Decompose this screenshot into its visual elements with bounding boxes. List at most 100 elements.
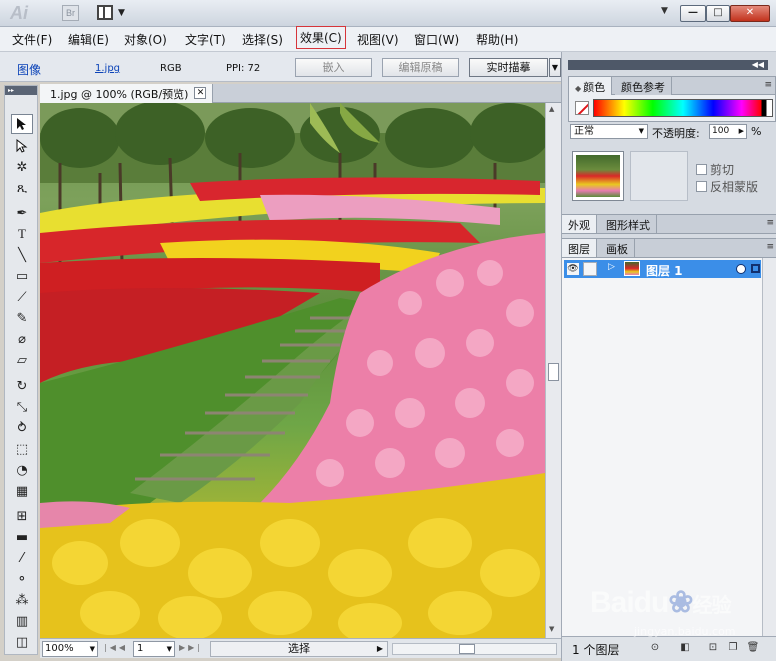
linked-file-link[interactable]: 1.jpg (95, 63, 120, 74)
column-graph-tool-icon[interactable]: ▥ (11, 611, 33, 631)
lasso-tool-icon[interactable]: ጺ (11, 178, 33, 198)
layer-row[interactable]: 👁 ▷ 图层 1 (564, 260, 761, 278)
type-tool-icon[interactable]: T (11, 224, 33, 244)
clip-checkbox[interactable] (696, 164, 707, 175)
menu-type[interactable]: 文字(T) (185, 31, 226, 48)
maximize-button[interactable]: □ (706, 5, 730, 22)
tools-panel-collapse-icon[interactable]: ▸▸ (5, 86, 37, 95)
paintbrush-tool-icon[interactable]: ⟋ (11, 287, 33, 307)
menu-view[interactable]: 视图(V) (357, 31, 399, 48)
document-tab[interactable]: 1.jpg @ 100% (RGB/预览) ✕ (40, 84, 214, 103)
expand-triangle-icon[interactable]: ▷ (608, 262, 615, 272)
tab-appearance[interactable]: 外观 (562, 215, 597, 233)
invert-mask-checkbox[interactable] (696, 181, 707, 192)
symbol-sprayer-tool-icon[interactable]: ⁂ (11, 590, 33, 610)
bridge-button[interactable]: Br (62, 5, 79, 21)
shape-builder-tool-icon[interactable]: ◔ (11, 460, 33, 480)
panel-menu-icon[interactable]: ≡ (764, 80, 772, 90)
new-layer-icon[interactable]: ❐ (726, 642, 740, 655)
arrange-documents-button[interactable]: ▼ (97, 5, 129, 21)
perspective-grid-tool-icon[interactable]: ▦ (11, 481, 33, 501)
gradient-tool-icon[interactable]: ▬ (11, 527, 33, 547)
panel-menu-icon[interactable]: ≡ (766, 218, 774, 228)
make-clipping-mask-icon[interactable]: ◧ (678, 642, 692, 655)
panel-menu-icon[interactable]: ≡ (766, 242, 774, 252)
tracing-presets-dropdown[interactable]: ▼ (549, 58, 561, 77)
edit-original-button[interactable]: 编辑原稿 (382, 58, 459, 77)
blob-brush-tool-icon[interactable]: ⌀ (11, 329, 33, 349)
artboard-prev-icons[interactable]: |◀◀ (104, 643, 128, 652)
lock-toggle[interactable] (583, 262, 597, 276)
scroll-up-icon[interactable]: ▲ (549, 105, 554, 113)
eye-icon[interactable]: 👁 (567, 263, 579, 275)
new-sublayer-icon[interactable]: ⊡ (706, 642, 720, 655)
embed-button[interactable]: 嵌入 (295, 58, 372, 77)
locate-object-icon[interactable]: ⊙ (648, 642, 662, 655)
magic-wand-tool-icon[interactable]: ✲ (11, 157, 33, 177)
eyedropper-tool-icon[interactable]: ⁄ (11, 548, 33, 568)
scale-tool-icon[interactable]: ⤡ (11, 397, 33, 417)
target-circle-icon[interactable] (736, 264, 746, 274)
clip-checkbox-row[interactable]: 剪切 (696, 161, 734, 178)
status-menu[interactable]: 选择 ▶ (210, 641, 388, 657)
zoom-value: 100% (45, 643, 74, 654)
pencil-tool-icon[interactable]: ✎ (11, 308, 33, 328)
menu-help[interactable]: 帮助(H) (476, 31, 518, 48)
mask-thumbnail-slot[interactable] (630, 151, 688, 201)
zoom-level-field[interactable]: 100% ▼ (42, 641, 98, 657)
artboard-canvas[interactable] (40, 103, 545, 638)
direct-selection-tool-icon[interactable] (11, 136, 33, 156)
tab-color[interactable]: ◆ 颜色 (569, 77, 613, 95)
live-trace-button[interactable]: 实时描摹 (469, 58, 548, 77)
layers-scrollbar[interactable] (762, 258, 776, 636)
horizontal-scroll-thumb[interactable] (459, 644, 475, 654)
menu-edit[interactable]: 编辑(E) (68, 31, 109, 48)
none-color-swatch[interactable] (575, 101, 589, 115)
minimize-button[interactable]: — (680, 5, 706, 22)
menu-effect[interactable]: 效果(C) (296, 26, 346, 49)
collapse-panels-icon[interactable]: ◀◀ (752, 60, 764, 70)
line-tool-icon[interactable]: ╲ (11, 245, 33, 265)
panel-dock-header[interactable]: ◀◀ (568, 60, 768, 70)
vertical-scrollbar[interactable]: ▲ ▼ (545, 103, 561, 638)
opacity-field[interactable]: 100 ▶ (709, 124, 747, 139)
artboard-number-field[interactable]: 1 ▼ (133, 641, 175, 657)
selection-tool-icon[interactable] (11, 114, 33, 134)
eraser-tool-icon[interactable]: ▱ (11, 350, 33, 370)
invert-mask-checkbox-row[interactable]: 反相蒙版 (696, 178, 758, 195)
expand-icon: ◆ (575, 84, 582, 93)
tab-graphic-styles[interactable]: 图形样式 (600, 215, 657, 233)
artboard-tool-icon[interactable]: ◫ (11, 632, 33, 652)
layer-name[interactable]: 图层 1 (646, 262, 683, 279)
rectangle-tool-icon[interactable]: ▭ (11, 266, 33, 286)
close-icon[interactable]: ✕ (194, 87, 207, 99)
horizontal-scrollbar[interactable] (392, 643, 557, 655)
selection-indicator[interactable] (751, 264, 760, 273)
menu-file[interactable]: 文件(F) (12, 31, 52, 48)
trash-icon[interactable]: 🗑 (746, 642, 760, 655)
document-tab-title: 1.jpg @ 100% (RGB/预览) (50, 88, 189, 101)
placed-image[interactable] (40, 103, 545, 638)
artboard-next-icons[interactable]: ▶▶| (179, 643, 203, 652)
chevron-down-icon: ▼ (89, 645, 95, 653)
blend-mode-select[interactable]: 正常 ▼ (570, 124, 648, 139)
tab-layers[interactable]: 图层 (562, 239, 597, 257)
workspace-switcher-button[interactable]: ▼ (661, 6, 668, 16)
tab-artboards[interactable]: 画板 (600, 239, 635, 257)
menu-window[interactable]: 窗口(W) (414, 31, 459, 48)
rotate-tool-icon[interactable]: ↻ (11, 376, 33, 396)
close-window-button[interactable]: ✕ (730, 5, 770, 22)
color-panel-tabs: ◆ 颜色 颜色参考 ≡ (569, 77, 775, 95)
scroll-down-icon[interactable]: ▼ (549, 625, 554, 633)
menu-object[interactable]: 对象(O) (124, 31, 167, 48)
free-transform-tool-icon[interactable]: ⬚ (11, 439, 33, 459)
pen-tool-icon[interactable]: ✒ (11, 203, 33, 223)
warp-tool-icon[interactable]: ⥁ (11, 418, 33, 438)
mesh-tool-icon[interactable]: ⊞ (11, 506, 33, 526)
vertical-scroll-thumb[interactable] (548, 363, 559, 381)
tab-color-guide[interactable]: 颜色参考 (615, 77, 672, 95)
menu-select[interactable]: 选择(S) (242, 31, 283, 48)
blend-tool-icon[interactable]: ⚬ (11, 569, 33, 589)
color-spectrum[interactable] (593, 99, 773, 117)
object-thumbnail (572, 151, 624, 201)
